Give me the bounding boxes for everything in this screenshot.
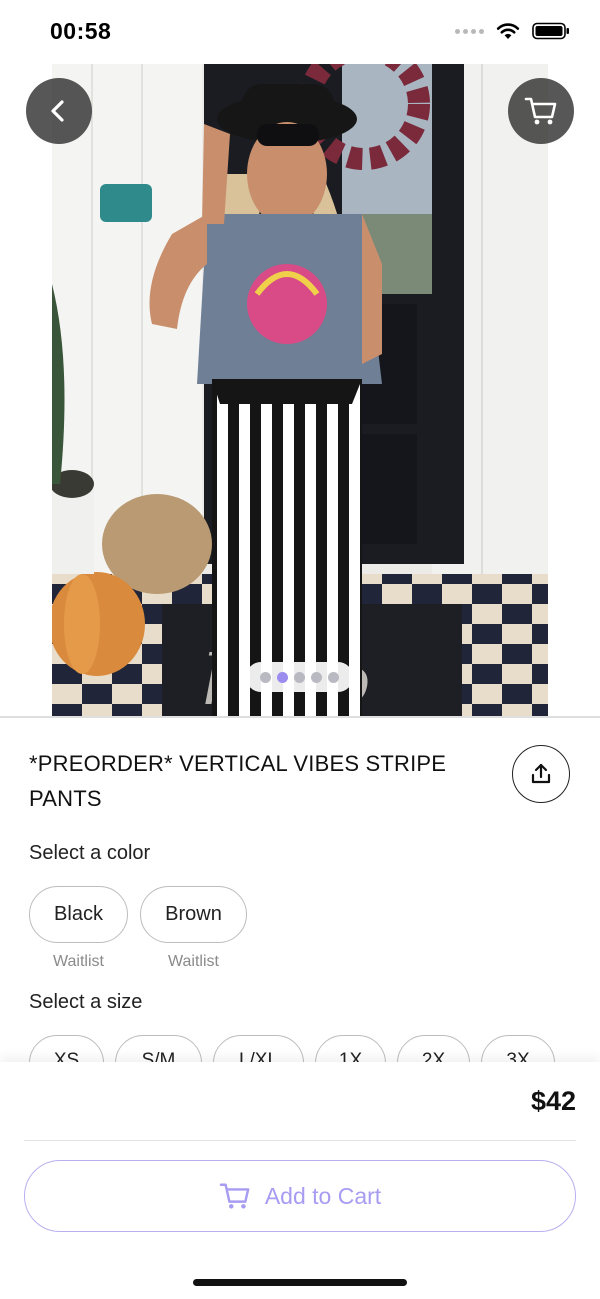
color-section-label: Select a color [29,842,151,864]
divider [0,716,600,718]
home-indicator[interactable] [193,1279,407,1286]
share-button[interactable] [512,745,570,803]
waitlist-note-black: Waitlist [53,953,104,970]
add-to-cart-label: Add to Cart [264,1182,382,1209]
page-dot[interactable] [311,671,322,683]
chevron-left-icon [51,100,64,122]
page-dot[interactable] [328,671,339,683]
signal-icon [455,28,484,34]
page-dot-active[interactable] [277,671,288,683]
cart-icon [219,1183,250,1209]
product-price: $42 [530,1086,576,1116]
status-time: 00:58 [50,18,112,44]
page-dot[interactable] [260,671,271,683]
page-dot[interactable] [294,671,305,683]
divider [24,1140,576,1141]
color-option-black[interactable]: Black [29,886,128,943]
back-button[interactable] [26,78,92,144]
share-icon [531,763,551,784]
cart-button[interactable] [508,78,574,144]
product-photo: hello [52,64,548,716]
size-section-label: Select a size [29,991,143,1013]
add-to-cart-button[interactable]: Add to Cart [24,1160,576,1232]
waitlist-note-brown: Waitlist [168,953,219,970]
status-bar: 00:58 [0,0,600,64]
battery-icon [532,22,569,40]
purchase-bar: $42 Add to Cart [0,1062,600,1299]
color-option-brown[interactable]: Brown [140,886,247,943]
wifi-icon [496,23,520,39]
product-image-carousel[interactable]: hello [0,64,600,716]
status-icons [455,22,570,40]
cart-icon [524,97,557,125]
product-title: *PREORDER* VERTICAL VIBES STRIPE PANTS [29,751,447,811]
carousel-pagination[interactable] [246,662,353,692]
